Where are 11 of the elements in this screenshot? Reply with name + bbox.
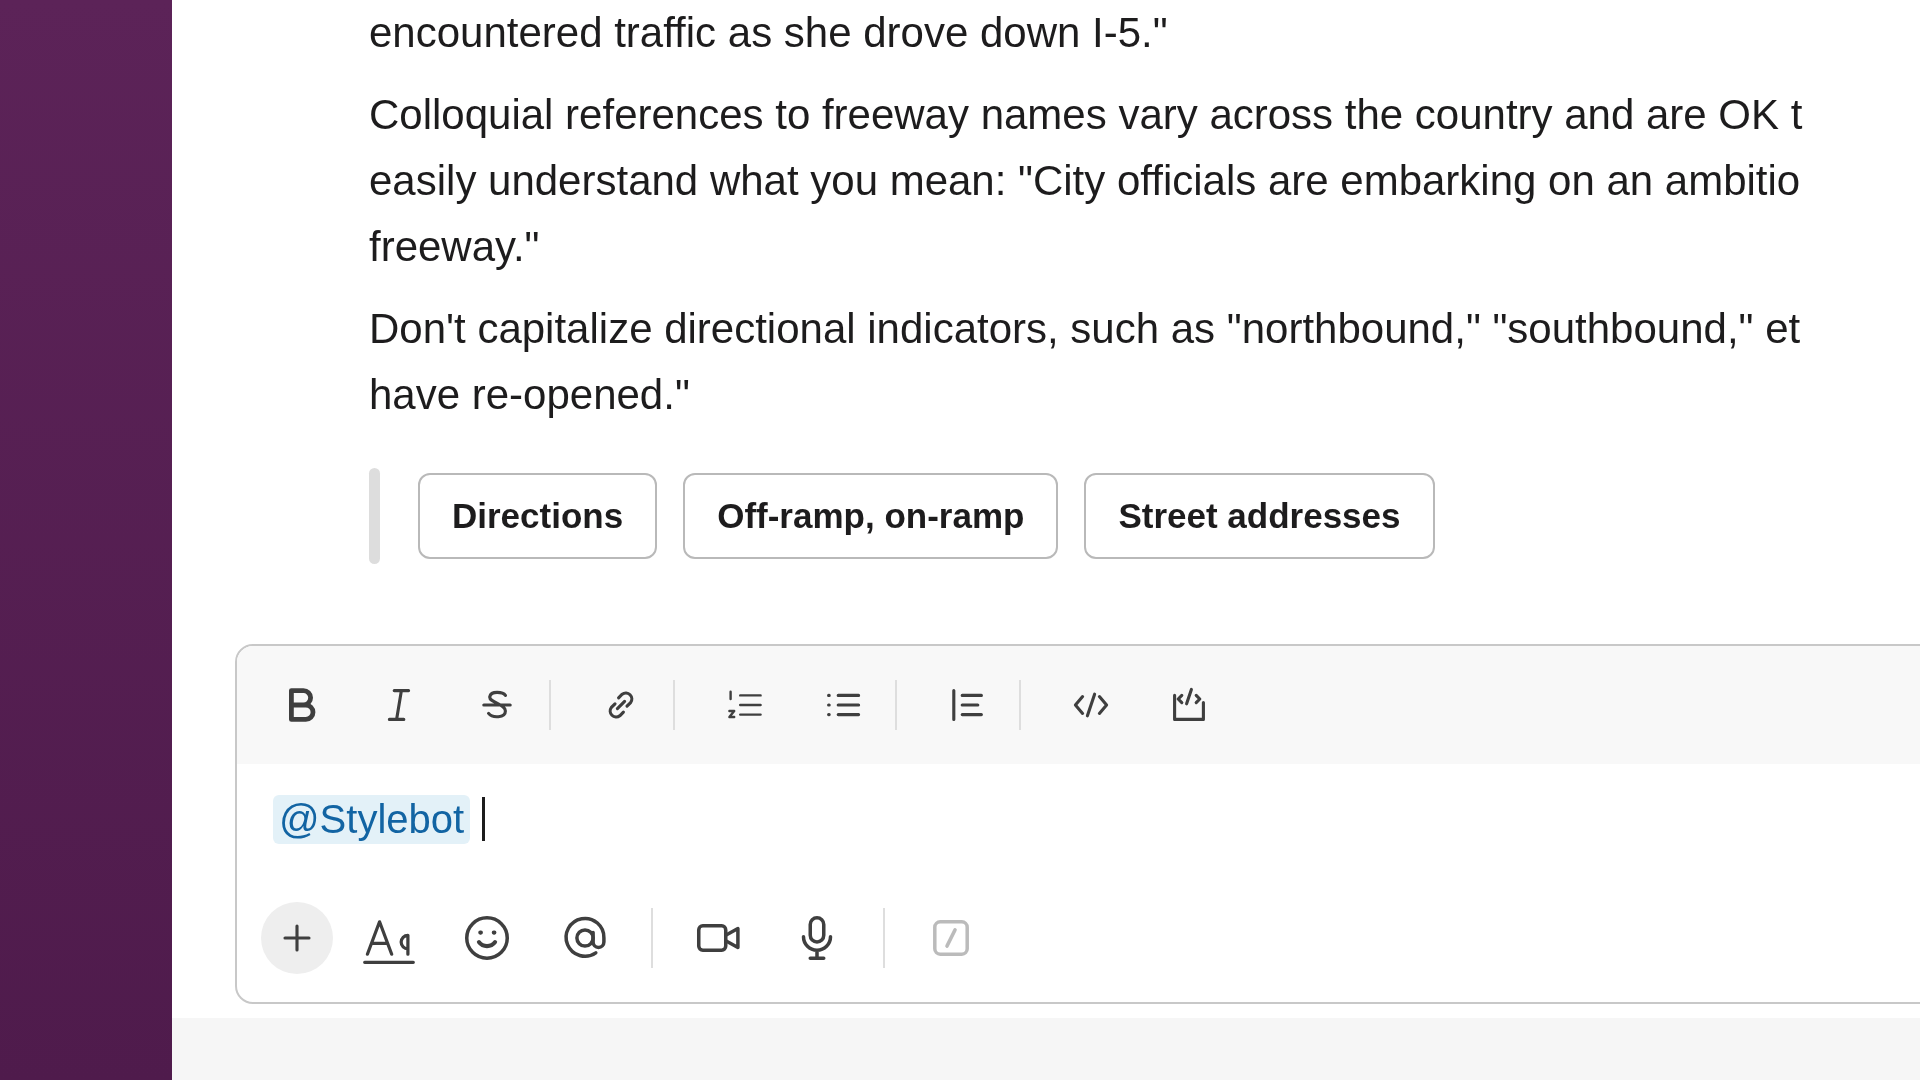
mention-text: @Stylebot	[273, 794, 471, 844]
message-text: encountered traffic as she drove down I-5."	[369, 8, 1169, 58]
message-text: Colloquial references to freeway names vary across the country and are OK t	[369, 90, 1804, 140]
message-text: have re-opened."	[369, 370, 691, 420]
action-button[interactable]: Directions	[418, 473, 658, 559]
action-button[interactable]: Off-ramp, on-ramp	[683, 473, 1059, 559]
message-text: Don't capitalize directional indicators, such as "northbound," "southbound," et	[369, 304, 1802, 354]
action-button[interactable]: Street addresses	[1084, 473, 1435, 559]
text-cursor	[482, 797, 486, 841]
message-text: freeway."	[369, 222, 541, 272]
message-text: easily understand what you mean: "City officials are embarking on an ambitio	[369, 156, 1802, 206]
